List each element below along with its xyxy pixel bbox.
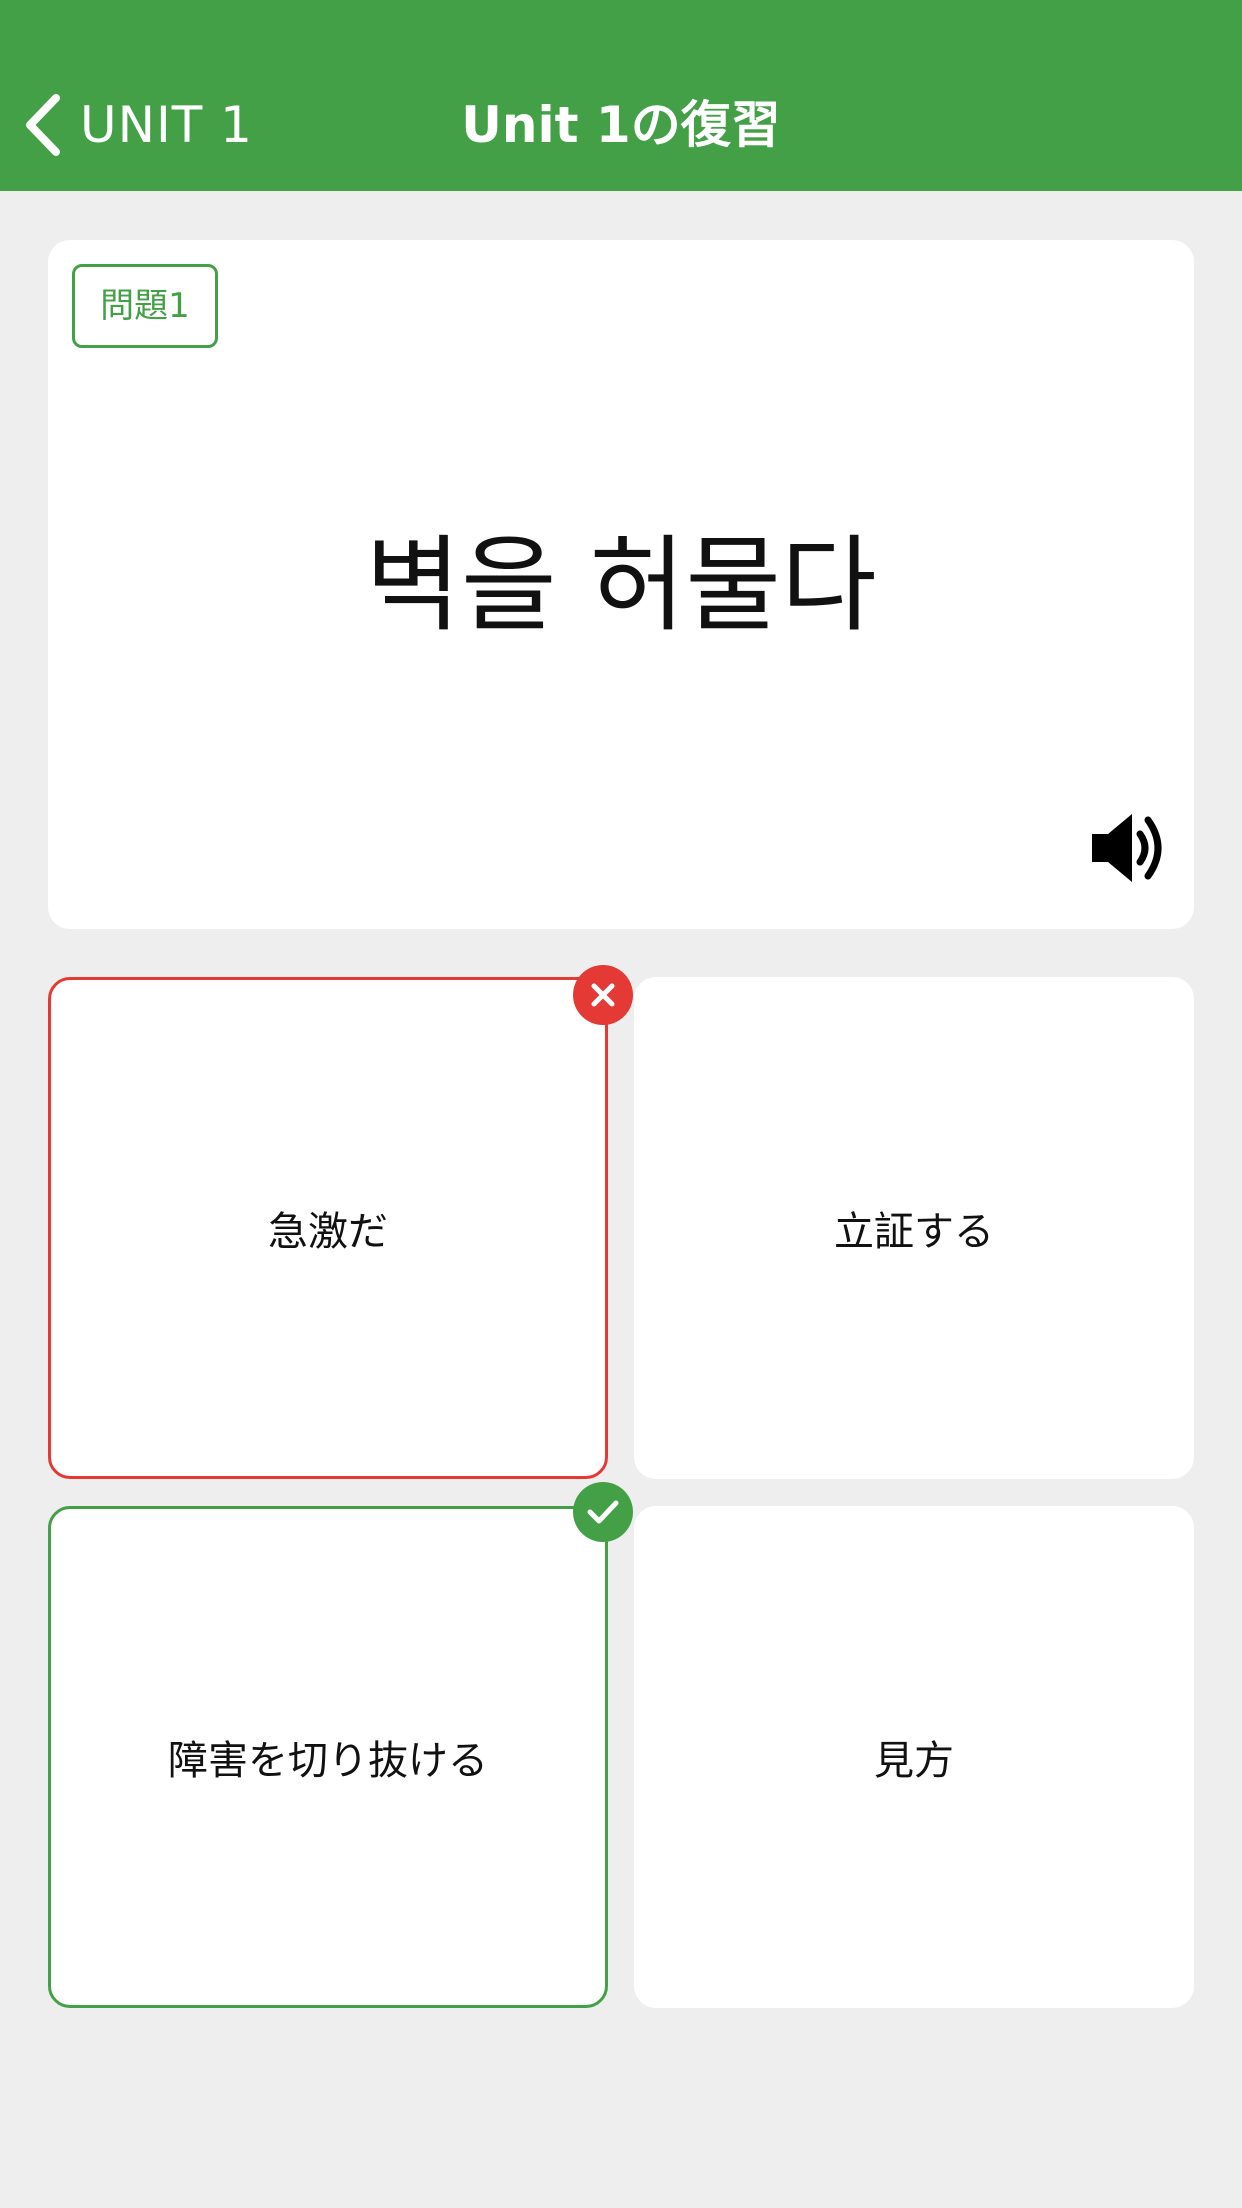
- wrong-x-icon: [573, 965, 633, 1025]
- answer-option-4[interactable]: 見方: [634, 1506, 1194, 2008]
- question-card: 問題1 벽을 허물다: [48, 240, 1194, 929]
- answer-option-2[interactable]: 立証する: [634, 977, 1194, 1479]
- answer-option-3[interactable]: 障害を切り抜ける: [48, 1506, 608, 2008]
- answer-option-label: 障害を切り抜ける: [168, 1738, 488, 1784]
- answer-option-label: 急激だ: [268, 1209, 388, 1255]
- question-word: 벽을 허물다: [365, 524, 877, 646]
- answer-option-label: 見方: [874, 1738, 954, 1784]
- answer-option-1[interactable]: 急激だ: [48, 977, 608, 1479]
- answer-option-label: 立証する: [834, 1209, 994, 1255]
- question-number-badge: 問題1: [72, 264, 218, 348]
- correct-check-icon: [573, 1482, 633, 1542]
- speaker-icon[interactable]: [1088, 810, 1168, 886]
- page-title: Unit 1の復習: [461, 96, 781, 154]
- app-header: UNIT 1 Unit 1の復習: [0, 0, 1242, 191]
